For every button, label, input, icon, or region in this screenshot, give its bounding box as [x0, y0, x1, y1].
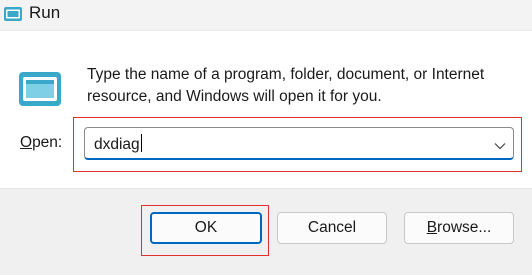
open-input[interactable]: dxdiag: [94, 134, 142, 154]
open-label-mnemonic: O: [20, 134, 33, 151]
open-combobox[interactable]: dxdiag: [84, 127, 514, 160]
ok-button[interactable]: OK: [150, 212, 262, 244]
open-label-rest: pen:: [32, 134, 63, 151]
run-dialog-icon: [3, 6, 23, 22]
open-label: Open:: [20, 134, 62, 152]
window-title: Run: [29, 3, 61, 22]
run-dialog: Run Type the name of a program, folder, …: [0, 0, 532, 275]
cancel-button[interactable]: Cancel: [277, 212, 387, 244]
run-program-icon: [17, 70, 63, 108]
text-caret: [140, 134, 142, 152]
browse-label-rest: rowse...: [437, 219, 492, 236]
dialog-description: Type the name of a program, folder, docu…: [87, 66, 485, 105]
open-input-value: dxdiag: [94, 136, 140, 153]
chevron-down-icon[interactable]: [494, 138, 506, 150]
title-bar[interactable]: Run: [0, 0, 532, 31]
browse-mnemonic: B: [426, 219, 438, 236]
browse-button[interactable]: Browse...: [404, 212, 514, 244]
